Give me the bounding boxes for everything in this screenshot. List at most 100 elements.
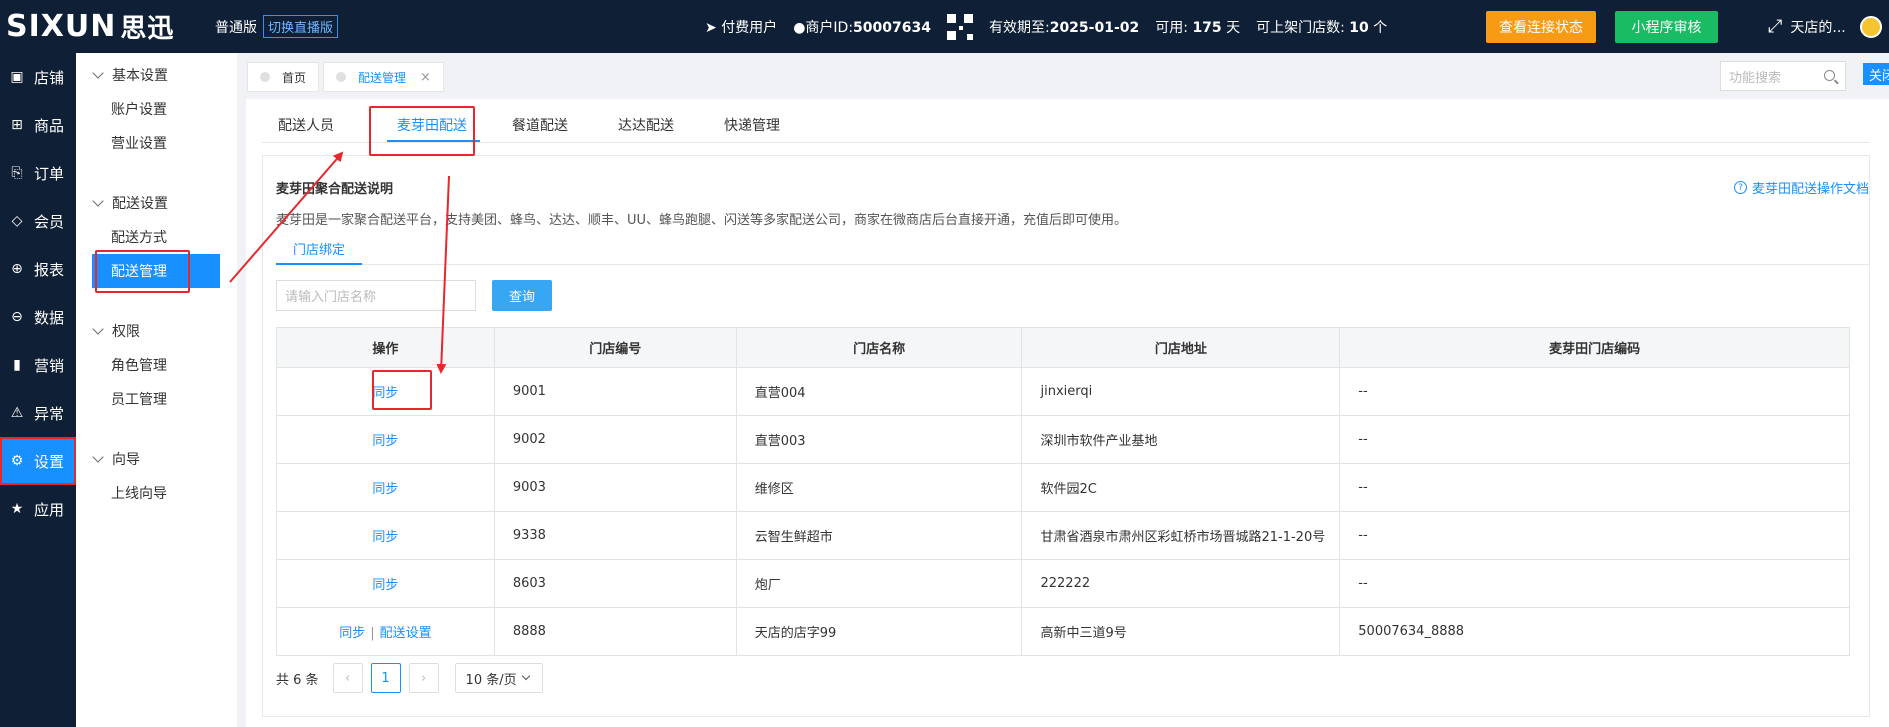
tab-express-management[interactable]: 快递管理 (724, 115, 780, 135)
subnav-group-permissions[interactable]: 权限 (76, 314, 237, 348)
nav-item-goods[interactable]: ⊞ 商品 (0, 101, 76, 149)
sync-link[interactable]: 同步 (372, 578, 398, 593)
drop-icon: ● (793, 19, 806, 36)
subnav-group-basic[interactable]: 基本设置 (76, 58, 237, 92)
tab-delivery-staff[interactable]: 配送人员 (278, 115, 334, 135)
subnav-group-guide[interactable]: 向导 (76, 442, 237, 476)
store-address-cell: 222222 (1021, 559, 1341, 608)
sync-link[interactable]: 同步 (372, 530, 398, 545)
miniapp-review-button[interactable]: 小程序审核 (1615, 11, 1718, 43)
nav-item-store[interactable]: ▣ 店铺 (0, 53, 76, 101)
order-icon: ⎘ (11, 165, 23, 181)
store-id-cell: 9001 (493, 367, 737, 416)
nav-item-members[interactable]: ◇ 会员 (0, 197, 76, 245)
top-header: SIXUN 思迅 普通版 切换直播版 ➤ 付费用户 ●商户ID:50007634 … (0, 0, 1889, 53)
chevron-down-icon (521, 671, 530, 681)
total-count: 共 6 条 (276, 672, 319, 688)
expiry-info: 有效期至:2025-01-02 (988, 19, 1140, 36)
search-icon[interactable] (1824, 70, 1835, 81)
store-address-cell: 深圳市软件产业基地 (1021, 415, 1341, 464)
subnav-item-delivery-method[interactable]: 配送方式 (76, 220, 237, 254)
store-name-cell: 直营003 (735, 415, 1023, 464)
sync-link[interactable]: 同步 (372, 386, 398, 401)
sync-link[interactable]: 同步 (339, 626, 365, 641)
edition-label: 普通版 (215, 19, 257, 36)
delivery-settings-link[interactable]: 配送设置 (380, 626, 432, 641)
maiyatian-code-cell: -- (1339, 415, 1850, 464)
nav-item-data[interactable]: ⊖ 数据 (0, 293, 76, 341)
delivery-tabs: 配送人员 麦芽田配送 餐道配送 达达配送 快递管理 (262, 99, 1870, 143)
col-header-store-address: 门店地址 (1021, 327, 1341, 368)
close-icon[interactable]: × (420, 70, 431, 85)
nav-item-exceptions[interactable]: ⚠ 异常 (0, 389, 76, 437)
table-row: 同步 9001 直营004 jinxierqi -- (276, 367, 1850, 416)
nav-item-marketing[interactable]: ▮ 营销 (0, 341, 76, 389)
gear-icon: ⚙ (10, 453, 24, 469)
avatar[interactable] (1859, 15, 1882, 38)
user-area: ⤢ 天店的... (1768, 0, 1882, 53)
link-separator: | (370, 626, 375, 641)
nav-item-settings[interactable]: ⚙ 设置 (0, 437, 76, 485)
tab-store-binding[interactable]: 门店绑定 (293, 239, 345, 258)
account-info: ➤ 付费用户 ●商户ID:50007634 有效期至:2025-01-02 可用… (705, 0, 1387, 53)
query-button[interactable]: 查询 (492, 280, 552, 311)
subnav-item-staff[interactable]: 员工管理 (76, 382, 237, 416)
tab-dada-delivery[interactable]: 达达配送 (618, 115, 674, 135)
col-header-store-id: 门店编号 (493, 327, 737, 368)
active-tab-indicator (387, 140, 480, 142)
qr-code-icon[interactable] (946, 13, 973, 40)
store-subtabs: 门店绑定 (276, 234, 1870, 265)
page-tabs-bar: 首页 配送管理 × 功能搜索 关闭 (237, 53, 1889, 99)
tab-delivery-management[interactable]: 配送管理 × (323, 62, 444, 92)
chevron-down-icon (92, 323, 104, 335)
tab-dot-icon (336, 72, 346, 82)
action-cell: 同步 (276, 559, 495, 608)
main-content: 配送人员 麦芽田配送 餐道配送 达达配送 快递管理 麦芽田聚合配送说明 ? 麦芽田… (246, 99, 1889, 727)
page-size-select[interactable]: 10 条/页 (454, 663, 543, 693)
send-icon: ➤ (705, 19, 717, 36)
col-header-store-name: 门店名称 (735, 327, 1023, 368)
function-search-input[interactable]: 功能搜索 (1720, 61, 1846, 91)
nav-item-orders[interactable]: ⎘ 订单 (0, 149, 76, 197)
active-subtab-indicator (276, 263, 362, 265)
fullscreen-icon[interactable]: ⤢ (1768, 16, 1782, 37)
store-name-input[interactable]: 请输入门店名称 (276, 280, 476, 311)
star-icon: ★ (10, 501, 24, 517)
col-header-maiyatian-code: 麦芽田门店编码 (1339, 327, 1850, 368)
tab-home[interactable]: 首页 (247, 62, 320, 92)
subnav-item-roles[interactable]: 角色管理 (76, 348, 237, 382)
store-address-cell: 软件园2C (1021, 463, 1341, 512)
sync-link[interactable]: 同步 (372, 482, 398, 497)
store-name-cell: 直营004 (735, 367, 1023, 416)
store-name-cell: 云智生鲜超市 (735, 511, 1023, 560)
maiyatian-panel: 麦芽田聚合配送说明 ? 麦芽田配送操作文档 麦芽田是一家聚合配送平台，支持美团、蜂… (262, 155, 1870, 717)
connection-status-button[interactable]: 查看连接状态 (1486, 11, 1596, 43)
store-name-cell: 天店的店字99 (735, 607, 1023, 656)
page-button[interactable]: 1 (370, 663, 401, 693)
prev-page-button[interactable]: ‹ (332, 663, 363, 693)
maiyatian-code-cell: -- (1339, 463, 1850, 512)
store-id-cell: 9338 (493, 511, 737, 560)
nav-item-apps[interactable]: ★ 应用 (0, 485, 76, 533)
tab-candao-delivery[interactable]: 餐道配送 (512, 115, 568, 135)
table-row: 同步 9338 云智生鲜超市 甘肃省酒泉市肃州区彩虹桥市场晋城路21-1-20号… (276, 511, 1850, 560)
subnav-item-delivery-management[interactable]: 配送管理 (92, 254, 220, 288)
subnav-item-business[interactable]: 营业设置 (76, 126, 237, 160)
tab-maiyatian-delivery[interactable]: 麦芽田配送 (397, 115, 467, 135)
doc-link[interactable]: ? 麦芽田配送操作文档 (1733, 178, 1869, 197)
next-page-button[interactable]: › (408, 663, 439, 693)
close-tabs-button[interactable]: 关闭 (1863, 63, 1889, 85)
switch-live-button[interactable]: 切换直播版 (263, 15, 339, 38)
paid-user-label: ➤ 付费用户 (705, 19, 778, 36)
subnav-item-onboarding[interactable]: 上线向导 (76, 476, 237, 510)
sync-link[interactable]: 同步 (372, 434, 398, 449)
store-id-cell: 8603 (493, 559, 737, 608)
logo: SIXUN 思迅 (6, 9, 175, 44)
nav-item-reports[interactable]: ⊕ 报表 (0, 245, 76, 293)
action-cell: 同步 (276, 367, 495, 416)
store-name-cell: 炮厂 (735, 559, 1023, 608)
user-name[interactable]: 天店的... (1790, 17, 1845, 37)
merchant-id: ●商户ID:50007634 (793, 19, 931, 36)
subnav-group-delivery[interactable]: 配送设置 (76, 186, 237, 220)
subnav-item-account[interactable]: 账户设置 (76, 92, 237, 126)
